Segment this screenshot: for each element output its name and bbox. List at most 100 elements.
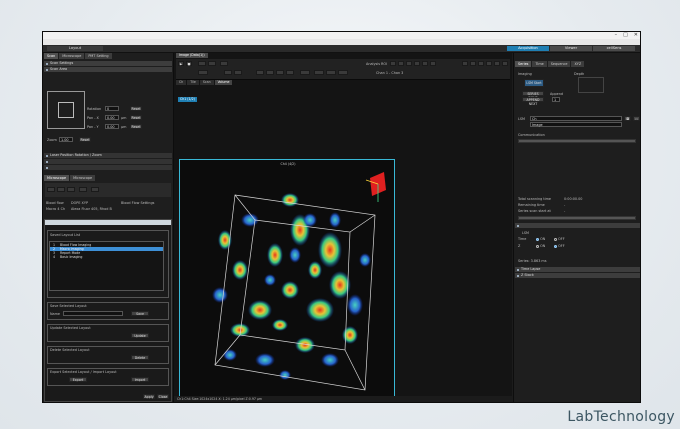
list-item[interactable]: 4 Basic Imaging — [50, 255, 163, 259]
time-on[interactable]: ON — [536, 237, 545, 241]
roi-icon-6[interactable] — [430, 61, 436, 66]
folder-icon[interactable]: ▭ — [633, 116, 640, 121]
view-icon-3[interactable] — [478, 61, 484, 66]
append-next-button[interactable]: APPEND NEXT — [522, 97, 544, 106]
time-off[interactable]: OFF — [554, 237, 565, 241]
tab-acquisition[interactable]: Acquisition — [507, 46, 549, 51]
frame-icon-7[interactable] — [300, 70, 310, 75]
roi-icon-1[interactable] — [390, 61, 396, 66]
frame-icon-9[interactable] — [326, 70, 336, 75]
section-z-stack[interactable]: Z Stack — [515, 273, 640, 278]
subtab-volume[interactable]: Volume — [214, 80, 233, 85]
tool-icon-3[interactable] — [220, 61, 228, 66]
section-scan-settings[interactable]: Scan Settings — [44, 61, 172, 66]
tab-time[interactable]: Time — [532, 61, 547, 67]
lsm-select[interactable]: Ch — [530, 116, 622, 121]
tab-cellsens[interactable]: cellSens — [593, 46, 635, 51]
tab-pmt-setting[interactable]: PMT Setting — [85, 53, 112, 59]
maximize-button[interactable]: □ — [623, 32, 628, 39]
scan-area-box[interactable] — [47, 91, 85, 129]
layout-button[interactable]: Layout — [47, 46, 103, 51]
frame-icon-8[interactable] — [314, 70, 324, 75]
tool-icon-1[interactable] — [198, 61, 206, 66]
frame-icon-1[interactable] — [224, 70, 232, 75]
pan-x-reset-button[interactable]: Reset — [130, 115, 142, 120]
section-blank[interactable] — [44, 159, 172, 164]
depth-box[interactable] — [578, 77, 604, 93]
row-val-2: Alexa Fluor 405, Rhod B — [71, 207, 112, 211]
tab-scan[interactable]: Scan — [44, 53, 59, 59]
section-blank-2[interactable] — [44, 165, 172, 170]
frame-icon-10[interactable] — [338, 70, 348, 75]
frame-icon-4[interactable] — [266, 70, 274, 75]
subtab-ch[interactable]: Ch — [176, 80, 187, 85]
tab-xyz[interactable]: XYZ — [571, 61, 585, 67]
blood-flow-settings-link[interactable]: Blood Flow Settings — [121, 201, 154, 205]
close-button[interactable]: ✕ — [634, 32, 638, 39]
subtab-scan[interactable]: Scan — [199, 80, 214, 85]
scope-icon-1[interactable] — [47, 187, 55, 192]
tab-microscope-1[interactable]: Microscope — [44, 175, 70, 181]
export-button[interactable]: Export — [69, 377, 87, 382]
subtab-tile[interactable]: Tile — [187, 80, 199, 85]
frame-icon-5[interactable] — [276, 70, 284, 75]
z-on[interactable]: ON — [536, 244, 545, 248]
roi-icon-5[interactable] — [422, 61, 428, 66]
roi-icon-4[interactable] — [414, 61, 420, 66]
scope-icon-2[interactable] — [57, 187, 65, 192]
frame-icon-3[interactable] — [256, 70, 264, 75]
tab-sequence[interactable]: Sequence — [547, 61, 571, 67]
zoom-level-box[interactable] — [198, 70, 208, 75]
scope-icon-5[interactable] — [91, 187, 99, 192]
z-off[interactable]: OFF — [554, 244, 565, 248]
roi-icon-2[interactable] — [398, 61, 404, 66]
tab-viewer[interactable]: Viewer — [550, 46, 592, 51]
view-icon-4[interactable] — [486, 61, 492, 66]
view-icon-5[interactable] — [494, 61, 500, 66]
apply-button[interactable]: Apply — [143, 394, 155, 399]
pan-y-reset-button[interactable]: Reset — [130, 124, 142, 129]
update-button[interactable]: Update — [131, 333, 149, 338]
depth-label: Depth — [574, 72, 585, 76]
view-icon-6[interactable] — [502, 61, 508, 66]
layout-list[interactable]: 1 Blood Flow Imaging 2 Macro Imaging 3 Repo… — [49, 241, 164, 291]
layout-name-input[interactable] — [63, 311, 123, 316]
stop-icon[interactable]: ■ — [186, 61, 192, 66]
minimize-button[interactable]: – — [615, 32, 618, 39]
tool-icon-2[interactable] — [208, 61, 216, 66]
pan-y-field[interactable]: 0.00 — [105, 124, 119, 129]
delete-button[interactable]: Delete — [131, 355, 149, 360]
rotation-field[interactable]: 0 — [105, 106, 119, 111]
zoom-reset-button[interactable]: Reset — [79, 137, 91, 142]
frame-icon-2[interactable] — [234, 70, 242, 75]
tab-microscope[interactable]: Microscope — [59, 53, 85, 59]
roi-icon-3[interactable] — [406, 61, 412, 66]
series-done-button[interactable]: SERIES DONE — [522, 91, 544, 100]
save-button[interactable]: Save — [131, 311, 149, 316]
section-rotation-zoom[interactable]: Laser Position Rotation / Zoom — [44, 153, 172, 158]
section-scan-area[interactable]: Scan Area — [44, 67, 172, 72]
append-count-field[interactable]: 1 — [552, 97, 560, 102]
camera-icon[interactable]: ◘ — [624, 116, 631, 121]
frame-icon-6[interactable] — [286, 70, 294, 75]
tab-microscope-2[interactable]: Microscope — [70, 175, 96, 181]
zoom-field[interactable]: 1.00 — [59, 137, 73, 142]
scope-icon-4[interactable] — [79, 187, 87, 192]
section-lsm[interactable] — [515, 223, 640, 228]
scan-area-roi[interactable] — [58, 102, 74, 118]
scan-progress — [518, 216, 636, 220]
lsm-start-button[interactable]: LSM Start — [524, 79, 544, 87]
tab-series[interactable]: Series — [515, 61, 532, 67]
import-button[interactable]: Import — [131, 377, 149, 382]
scope-icon-3[interactable] — [67, 187, 75, 192]
lsm-type-select[interactable]: Image — [530, 122, 622, 127]
play-icon[interactable]: ▶ — [178, 61, 184, 66]
rotation-reset-button[interactable]: Reset — [130, 106, 142, 111]
tab-image[interactable]: Image (Data(1)) — [176, 53, 208, 58]
view-icon-1[interactable] — [462, 61, 468, 66]
section-time-lapse[interactable]: Time Lapse — [515, 267, 640, 272]
pan-x-field[interactable]: 0.00 — [105, 115, 119, 120]
volume-viewport[interactable]: Ch4 (4/2) — [179, 159, 395, 402]
dialog-close-button[interactable]: Close — [157, 394, 169, 399]
view-icon-2[interactable] — [470, 61, 476, 66]
